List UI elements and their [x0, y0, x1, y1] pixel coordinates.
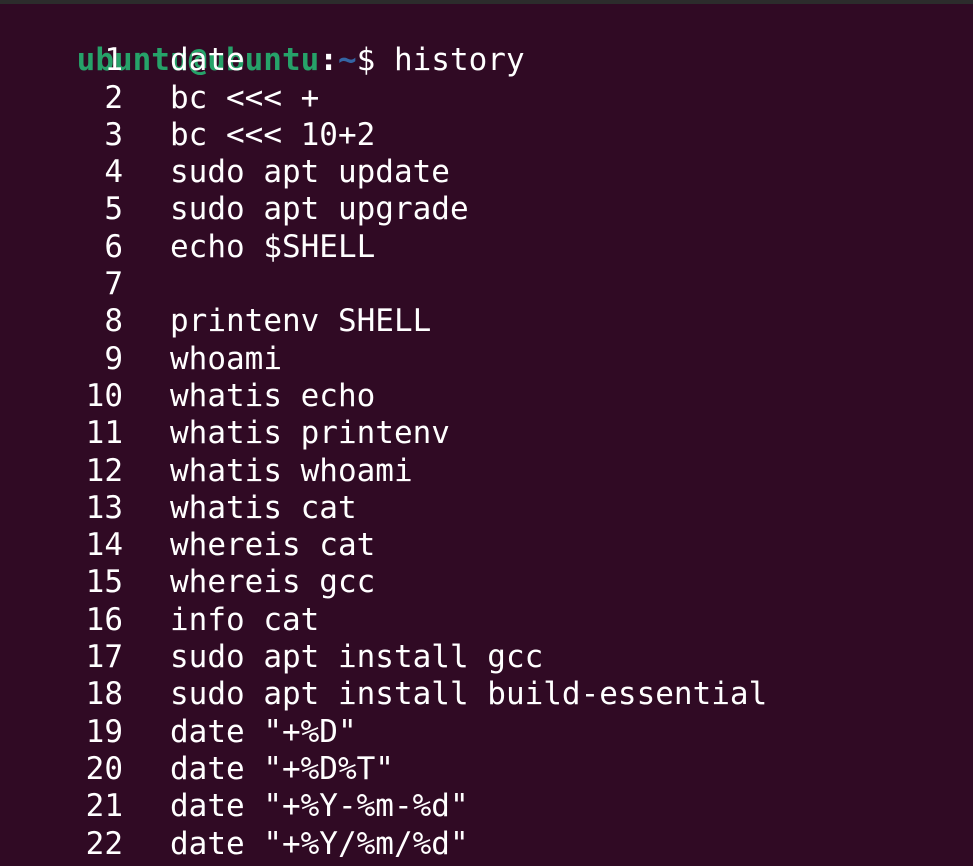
history-entry: 18 sudo apt install build-essential	[2, 676, 973, 713]
prompt-separator: :	[319, 42, 338, 79]
history-entry-number: 19	[85, 713, 123, 750]
history-entry-number: 7	[104, 266, 123, 303]
history-entry-command: bc <<< +	[170, 79, 320, 116]
history-entry-number: 12	[85, 452, 123, 489]
history-entry: 3 bc <<< 10+2	[2, 117, 973, 154]
history-entry: 19 date "+%D"	[2, 714, 973, 751]
history-entry: 15 whereis gcc	[2, 564, 973, 601]
terminal-window[interactable]: ubuntu@ubuntu:~$ history 1 date 2 bc <<< +3…	[0, 0, 973, 866]
history-entry: 6 echo $SHELL	[2, 229, 973, 266]
prompt-path: ~	[337, 42, 357, 79]
history-entry-number: 11	[85, 415, 123, 452]
history-entry-command: sudo apt install build-essential	[170, 676, 768, 713]
history-entry: 9 whoami	[2, 341, 973, 378]
history-entry-number: 2	[104, 79, 123, 116]
history-entry-command: whatis cat	[170, 489, 357, 526]
history-entry-command: date "+%Y-%m-%d"	[170, 788, 469, 825]
history-entry: 7	[2, 266, 973, 303]
history-entry-command: whoami	[170, 340, 282, 377]
history-entry-command: info cat	[170, 601, 320, 638]
history-entry-command: whereis cat	[170, 527, 376, 564]
history-entry-command: whatis printenv	[170, 415, 450, 452]
history-entry-number: 13	[85, 489, 123, 526]
history-entry: 5 sudo apt upgrade	[2, 191, 973, 228]
history-entry-command: whatis echo	[170, 377, 376, 414]
history-entry-number: 3	[104, 116, 123, 153]
history-entry-number: 6	[104, 228, 123, 265]
history-entry: 14 whereis cat	[2, 527, 973, 564]
history-entry-number: 8	[104, 303, 123, 340]
history-entry-command: printenv SHELL	[170, 303, 432, 340]
history-entry: 12 whatis whoami	[2, 453, 973, 490]
history-entry: 21 date "+%Y-%m-%d"	[2, 788, 973, 825]
history-entry: 13 whatis cat	[2, 490, 973, 527]
history-entry-command: whereis gcc	[170, 564, 376, 601]
history-entry-command: date "+%D"	[170, 713, 357, 750]
history-entry-number: 17	[85, 639, 123, 676]
history-entry-command: date "+%D%T"	[170, 750, 394, 787]
history-entry-number: 5	[104, 191, 123, 228]
history-entry-command: bc <<< 10+2	[170, 116, 376, 153]
history-entry: 11 whatis printenv	[2, 415, 973, 452]
history-entry-command: sudo apt update	[170, 154, 450, 191]
history-entry: 8 printenv SHELL	[2, 303, 973, 340]
history-entry-number: 16	[85, 601, 123, 638]
history-entry-number: 9	[104, 340, 123, 377]
history-entry-number: 20	[85, 750, 123, 787]
history-entry-command: date	[170, 42, 245, 79]
prompt-line: ubuntu@ubuntu:~$ history	[2, 5, 973, 78]
history-output: 1 date 2 bc <<< + 3 bc <<< 10+2 4 sudo apt upda…	[2, 42, 973, 863]
history-entry-command: echo $SHELL	[170, 228, 376, 265]
history-entry: 20 date "+%D%T"	[2, 751, 973, 788]
history-entry-number: 18	[85, 676, 123, 713]
prompt-command: history	[393, 42, 525, 79]
history-entry-number: 10	[85, 377, 123, 414]
history-entry-number: 22	[85, 825, 123, 862]
history-entry: 16 info cat	[2, 602, 973, 639]
history-entry-command: date "+%Y/%m/%d"	[170, 825, 469, 862]
history-entry-command: whatis whoami	[170, 452, 413, 489]
history-entry-number: 14	[85, 527, 123, 564]
history-entry-number: 15	[85, 564, 123, 601]
history-entry: 4 sudo apt update	[2, 154, 973, 191]
history-entry-number: 1	[104, 42, 123, 79]
history-entry-command: sudo apt install gcc	[170, 639, 544, 676]
history-entry-command: sudo apt upgrade	[170, 191, 469, 228]
history-entry: 2 bc <<< +	[2, 80, 973, 117]
history-entry: 17 sudo apt install gcc	[2, 639, 973, 676]
history-entry-number: 21	[85, 788, 123, 825]
history-entry: 22 date "+%Y/%m/%d"	[2, 826, 973, 863]
prompt-dollar: $	[356, 42, 394, 79]
history-entry-number: 4	[104, 154, 123, 191]
history-entry: 10 whatis echo	[2, 378, 973, 415]
